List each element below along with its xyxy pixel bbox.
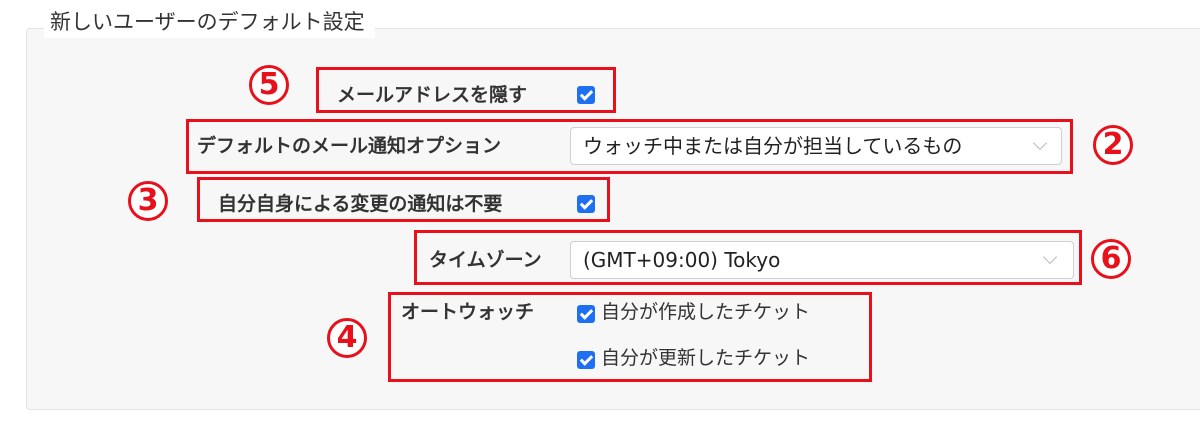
annotation-marker-4: 4	[327, 318, 367, 358]
annotation-marker-6: 6	[1091, 239, 1131, 279]
highlight-mail-notification	[186, 119, 1073, 174]
annotation-marker-2: 2	[1093, 125, 1133, 165]
section-title: 新しいユーザーのデフォルト設定	[44, 6, 375, 38]
highlight-time-zone	[414, 230, 1082, 285]
highlight-hide-email	[316, 67, 616, 113]
settings-page: 新しいユーザーのデフォルト設定 メールアドレスを隠す デフォルトのメール通知オプ…	[0, 0, 1200, 421]
annotation-marker-5: 5	[249, 65, 289, 105]
highlight-auto-watch	[388, 292, 872, 382]
annotation-marker-3: 3	[128, 181, 168, 221]
highlight-no-self-notified	[197, 177, 610, 222]
